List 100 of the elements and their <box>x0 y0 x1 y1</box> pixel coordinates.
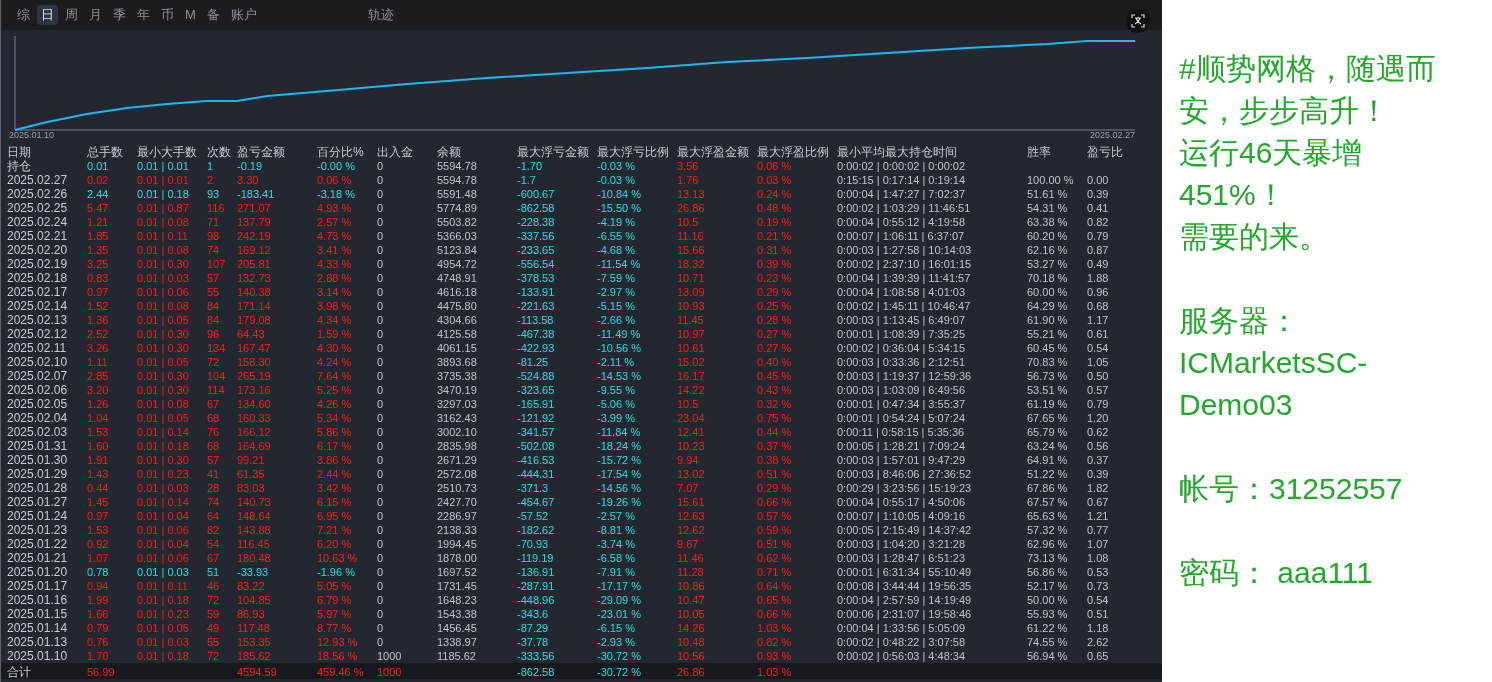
table-cell-text: 1.21 <box>87 215 110 229</box>
table-cell-text: 0.01 | 0.14 <box>137 425 190 439</box>
toolbar-tab[interactable]: M <box>181 5 200 25</box>
table-cell-text: 0 <box>377 425 385 439</box>
table-cell-text: -333.56 <box>517 649 556 663</box>
table-cell-text: 4061.15 <box>437 341 478 355</box>
table-cell-text: 51.22 % <box>1027 467 1069 481</box>
table-cell-text: -454.67 <box>517 495 556 509</box>
toolbar-tab[interactable]: 备 <box>202 5 224 25</box>
toolbar-tab[interactable]: 综 <box>13 5 34 25</box>
table-cell-text: 1185.62 <box>437 649 477 663</box>
note-text: 密码： aaa111 <box>1179 555 1374 591</box>
table-cell-text: 13.09 <box>677 285 706 299</box>
summary-cell-text: -30.72 % <box>597 665 643 679</box>
table-cell-text: 10.5 <box>677 215 700 229</box>
toolbar-tab[interactable]: 季 <box>109 5 130 25</box>
table-cell-text: -6.58 % <box>597 551 636 565</box>
toolbar-tab[interactable]: 币 <box>157 5 178 25</box>
table-cell-text: -17.17 % <box>597 579 643 593</box>
table-cell-text: -113.58 <box>517 313 555 327</box>
table-cell-text: 2025.01.24 <box>7 509 69 523</box>
table-cell-text: -448.96 <box>517 593 556 607</box>
table-cell-text: 1.08 <box>1087 551 1110 565</box>
table-cell-text: 0.03 % <box>757 173 793 187</box>
table-cell-text: 2025.02.03 <box>7 425 69 439</box>
table-cell-text: 3.26 <box>87 341 110 355</box>
table-cell-text: 5.05 % <box>317 579 353 593</box>
summary-cell-text: -862.58 <box>517 665 556 679</box>
table-cell-text: 46 <box>207 579 221 593</box>
table-cell-text: 180.48 <box>237 551 272 565</box>
table-cell-text: 0.01 | 0.01 <box>137 159 190 173</box>
table-cell-text: -165.91 <box>517 397 556 411</box>
table-cell-text: 3.56 <box>677 159 700 173</box>
table-cell-text: 2025.02.12 <box>7 327 69 341</box>
table-cell-text: 10.48 <box>677 635 706 649</box>
table-cell-text: 0:00:03 | 0:33:36 | 2:12:51 <box>837 355 967 369</box>
table-cell-text: 14.22 <box>677 383 706 397</box>
table-cell-text: 7.07 <box>677 481 700 495</box>
table-cell-text: 1.05 <box>1087 355 1110 369</box>
table-cell-text: 60.45 % <box>1027 341 1069 355</box>
column-header: 盈亏金额 <box>237 145 286 159</box>
table-cell-text: -11.84 % <box>597 425 642 439</box>
table-cell-text: 0 <box>377 299 385 313</box>
table-cell-text: 11.45 <box>677 313 705 327</box>
table-cell-text: 2286.97 <box>437 509 478 523</box>
toolbar-tab[interactable]: 轨迹 <box>363 5 398 25</box>
table-cell-text: 2025.01.22 <box>7 537 69 551</box>
table-cell-text: 83.22 <box>237 579 266 593</box>
table-cell-text: 12.63 <box>677 509 706 523</box>
table-cell-text: 153.35 <box>237 635 272 649</box>
table-cell-text: 3.25 <box>87 257 110 271</box>
toolbar-tab[interactable]: 账户 <box>226 5 261 25</box>
table-cell-text: 2025.02.11 <box>7 341 68 355</box>
table-cell-text: 0.29 % <box>757 285 793 299</box>
table-cell-text: 1.20 <box>1087 411 1110 425</box>
table-cell-text: 1.76 <box>677 173 700 187</box>
table-cell-text: 137.79 <box>237 215 272 229</box>
table-cell-text: 1.53 <box>87 425 110 439</box>
toolbar-tab[interactable]: 年 <box>133 5 154 25</box>
table-cell-text: 0.01 | 0.18 <box>137 649 190 663</box>
table-cell-text: 0:00:03 | 1:13:45 | 6:49:07 <box>837 313 967 327</box>
table-cell-text: 140.38 <box>237 285 272 299</box>
table-cell-text: 56.94 % <box>1027 649 1069 663</box>
table-cell-text: 2.44 <box>87 187 110 201</box>
table-cell-text: -343.6 <box>517 607 550 621</box>
table-cell-text: 0.39 <box>1087 467 1110 481</box>
table-cell-text: 11.28 <box>677 565 705 579</box>
table-cell-text: -502.08 <box>517 439 556 453</box>
table-cell-text: 54 <box>207 537 221 551</box>
table-cell-text: 74 <box>207 495 221 509</box>
table-cell-text: 4.33 % <box>317 257 353 271</box>
table-cell-text: 1.43 <box>87 467 110 481</box>
table-cell-text: 0.56 <box>1087 439 1110 453</box>
table-cell-text: 2025.02.19 <box>7 257 69 271</box>
table-cell-text: 64.91 % <box>1027 453 1069 467</box>
translate-icon[interactable] <box>1126 9 1150 33</box>
toolbar-tab[interactable]: 月 <box>85 5 106 25</box>
toolbar-tab[interactable]: 周 <box>61 5 82 25</box>
table-cell-text: 83.03 <box>237 481 266 495</box>
table-cell-text: 6.20 % <box>317 537 353 551</box>
table-cell-text: 0 <box>377 159 385 173</box>
table-cell-text: 104 <box>207 369 227 383</box>
table-cell-text: 73.13 % <box>1027 551 1069 565</box>
table-cell-text: 84 <box>207 313 221 327</box>
table-cell-text: 0.06 % <box>757 159 793 173</box>
table-cell-text: 0 <box>377 453 385 467</box>
table-cell-text: 0 <box>377 355 385 369</box>
table-cell-text: 2.57 % <box>317 215 353 229</box>
table-cell-text: 0 <box>377 341 385 355</box>
table-cell-text: 0 <box>377 439 385 453</box>
table-cell-text: 0.53 <box>1087 565 1110 579</box>
table-cell-text: 67 <box>207 551 221 565</box>
note-text: #顺势网格，随遇而安，步步高升！ 运行46天暴增451%！ 需要的来。 <box>1179 51 1437 255</box>
table-cell-text: 0.02 <box>87 173 110 187</box>
toolbar-tab[interactable]: 日 <box>37 5 58 25</box>
table-cell-text: 0 <box>377 635 385 649</box>
table-cell-text: 0 <box>377 313 385 327</box>
table-cell-text: 2025.02.18 <box>7 271 69 285</box>
table-cell-text: 1.53 <box>87 523 110 537</box>
table-cell-text: 0.27 % <box>757 327 793 341</box>
